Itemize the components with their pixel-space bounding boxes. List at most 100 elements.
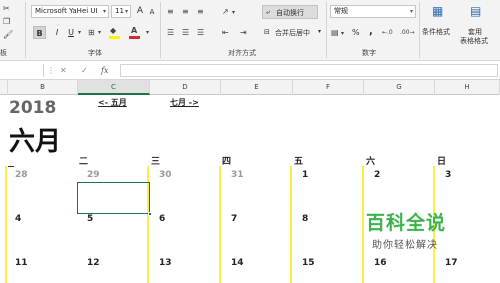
day-cell[interactable]: 2	[374, 170, 380, 180]
table-format-label-2: 表格格式	[460, 37, 488, 45]
day-cell[interactable]: 14	[231, 258, 244, 268]
underline-button[interactable]: U	[66, 26, 76, 39]
conditional-format-icon: ▦	[432, 4, 444, 18]
fill-color-button[interactable]: ◆	[108, 26, 122, 39]
group-separator	[419, 2, 420, 58]
increase-indent-icon[interactable]: ⇥	[240, 28, 247, 38]
table-format-button[interactable]: ▤ 套用 表格格式	[458, 2, 498, 46]
align-top-icon[interactable]: ≡	[167, 7, 174, 17]
cancel-icon[interactable]: ✕	[60, 66, 67, 75]
day-cell[interactable]: 4	[15, 214, 21, 224]
number-format-select[interactable]: 常规 ▾	[330, 5, 416, 18]
chevron-down-icon[interactable]: ▾	[146, 28, 149, 38]
font-color-button[interactable]: A	[128, 26, 142, 39]
column-header-f[interactable]: F	[293, 80, 364, 95]
day-divider	[219, 166, 221, 283]
align-center-icon[interactable]: ☰	[182, 28, 189, 38]
formula-input[interactable]	[120, 64, 498, 77]
group-label-font: 字体	[88, 49, 102, 57]
accounting-format-icon[interactable]: ▤	[331, 28, 339, 38]
align-left-icon[interactable]: ☰	[167, 28, 174, 38]
month-title: 六月	[9, 127, 62, 157]
day-cell[interactable]: 12	[87, 258, 100, 268]
underline-label: U	[68, 28, 74, 37]
chevron-down-icon[interactable]: ▾	[98, 28, 101, 38]
day-cell[interactable]: 6	[159, 214, 165, 224]
year-label: 2018	[9, 98, 57, 118]
borders-icon[interactable]: ⊞	[88, 28, 95, 38]
column-header-c[interactable]: C	[78, 80, 150, 95]
day-cell[interactable]: 13	[159, 258, 172, 268]
watermark-subtitle: 助你轻松解决	[372, 240, 438, 251]
day-cell[interactable]: 1	[302, 170, 308, 180]
column-header-b[interactable]: B	[8, 80, 78, 95]
sheet-grid[interactable]: 2018 <- 五月 七月 -> 六月 二 三 四 五 六 日 28 29 30…	[0, 95, 500, 283]
font-name-select[interactable]: Microsoft YaHei UI ▾	[31, 5, 109, 18]
column-header-h[interactable]: H	[435, 80, 500, 95]
watermark-title: 百科全说	[366, 212, 447, 234]
watermark: 百科全说 助你轻松解决	[362, 208, 498, 256]
align-right-icon[interactable]: ☰	[197, 28, 204, 38]
column-header-d[interactable]: D	[150, 80, 221, 95]
group-label-clipboard: 板	[0, 49, 7, 57]
conditional-format-label: 条件格式	[422, 28, 450, 36]
conditional-format-button[interactable]: ▦ 条件格式	[422, 2, 454, 46]
day-cell[interactable]: 3	[445, 170, 451, 180]
align-middle-icon[interactable]: ≡	[182, 7, 189, 17]
orientation-icon[interactable]: ↗	[222, 7, 229, 17]
merge-center-button[interactable]: ⊟ 合并后居中 ▾	[262, 26, 324, 39]
column-header-a-partial[interactable]	[0, 80, 8, 95]
fill-color-swatch	[109, 36, 120, 39]
column-header-e[interactable]: E	[221, 80, 293, 95]
format-painter-icon[interactable]: 🖌	[3, 30, 13, 40]
decrease-indent-icon[interactable]: ⇤	[222, 28, 229, 38]
day-cell[interactable]: 7	[231, 214, 237, 224]
decrease-font-size-button[interactable]: A	[147, 6, 157, 19]
day-divider	[5, 166, 7, 283]
prev-month-link[interactable]: <- 五月	[98, 97, 127, 108]
percent-style-button[interactable]: %	[352, 28, 360, 37]
chevron-down-icon[interactable]: ▾	[232, 8, 235, 18]
next-month-link[interactable]: 七月 ->	[170, 97, 199, 108]
enter-icon[interactable]: ✓	[81, 66, 88, 75]
day-cell[interactable]: 8	[302, 214, 308, 224]
day-cell[interactable]: 15	[302, 258, 315, 268]
bold-label: B	[36, 29, 43, 38]
increase-font-size-button[interactable]: A	[134, 5, 146, 18]
column-headers: B C D E F G H	[0, 80, 500, 95]
group-separator	[160, 2, 161, 58]
day-cell[interactable]: 16	[374, 258, 387, 268]
day-cell[interactable]: 28	[15, 170, 28, 180]
day-cell[interactable]: 29	[87, 170, 100, 180]
italic-button[interactable]: I	[52, 26, 62, 39]
day-cell[interactable]: 31	[231, 170, 244, 180]
paint-bucket-icon: ◆	[110, 26, 117, 35]
active-cell-selection[interactable]	[77, 182, 152, 216]
fill-handle[interactable]	[148, 212, 152, 216]
cut-icon[interactable]: ✂	[3, 4, 10, 14]
group-separator	[326, 2, 327, 58]
day-cell[interactable]: 30	[159, 170, 172, 180]
weekday-underline	[8, 166, 14, 167]
more-options-icon[interactable]: ⋮	[47, 66, 55, 76]
day-cell[interactable]: 5	[87, 214, 93, 224]
font-size-select[interactable]: 11 ▾	[111, 5, 131, 18]
merge-center-label: 合并后居中	[275, 29, 310, 37]
chevron-down-icon[interactable]: ▾	[341, 29, 344, 39]
wrap-text-button[interactable]: ⤶ 自动换行	[262, 5, 318, 19]
align-bottom-icon[interactable]: ≡	[197, 7, 204, 17]
decrease-decimal-icon[interactable]: .00→	[400, 28, 415, 38]
comma-style-button[interactable]: ,	[369, 26, 373, 37]
day-cell[interactable]: 11	[15, 258, 28, 268]
copy-icon[interactable]: ❐	[3, 17, 10, 27]
bold-button[interactable]: B	[33, 26, 46, 39]
insert-function-icon[interactable]: fx	[101, 66, 108, 75]
increase-decimal-icon[interactable]: ←.0	[382, 28, 393, 38]
wrap-text-icon: ⤶	[266, 8, 270, 16]
group-separator	[25, 2, 26, 58]
column-header-g[interactable]: G	[364, 80, 435, 95]
day-cell[interactable]: 17	[445, 258, 458, 268]
chevron-down-icon: ▾	[409, 8, 413, 15]
chevron-down-icon[interactable]: ▾	[78, 28, 81, 38]
name-box[interactable]	[0, 64, 44, 77]
